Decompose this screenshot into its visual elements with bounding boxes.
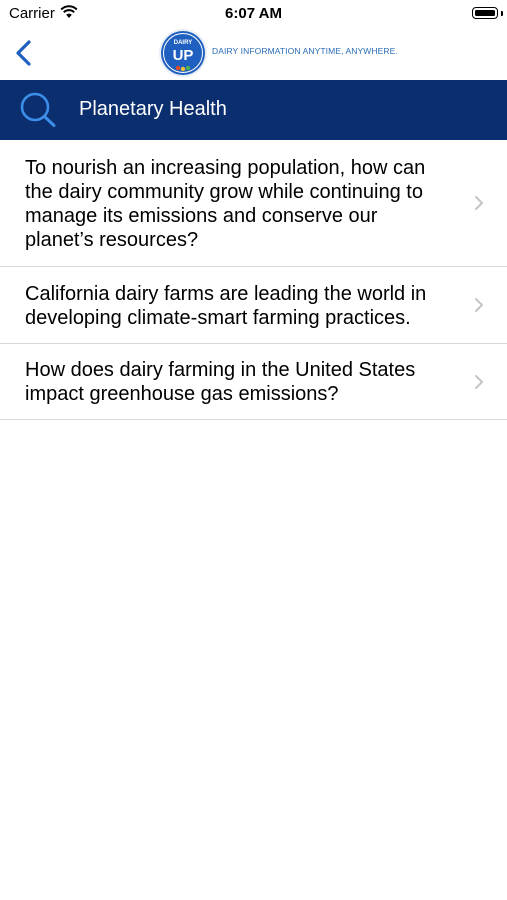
- clock: 6:07 AM: [225, 5, 282, 22]
- navigation-bar: DAIRY UP DAIRY INFORMATION ANYTIME, ANYW…: [0, 28, 507, 80]
- section-header: Planetary Health: [0, 80, 507, 140]
- chevron-left-icon[interactable]: [10, 38, 40, 68]
- list-item-title: California dairy farms are leading the w…: [25, 283, 427, 329]
- page-title: Planetary Health: [79, 98, 227, 120]
- battery-icon: [472, 7, 498, 19]
- list-item[interactable]: To nourish an increasing population, how…: [0, 140, 507, 267]
- tagline: DAIRY INFORMATION ANYTIME, ANYWHERE.: [212, 46, 398, 56]
- status-bar: Carrier 6:07 AM: [0, 0, 507, 28]
- chevron-right-icon: [475, 298, 483, 312]
- dairy-up-logo: DAIRY UP: [159, 29, 207, 77]
- article-list: To nourish an increasing population, how…: [0, 140, 507, 420]
- chevron-right-icon: [475, 374, 483, 389]
- svg-text:DAIRY: DAIRY: [174, 40, 192, 46]
- list-item-title: How does dairy farming in the United Sta…: [25, 359, 416, 405]
- chevron-right-icon: [475, 196, 483, 210]
- list-item[interactable]: How does dairy farming in the United Sta…: [0, 344, 507, 420]
- svg-text:UP: UP: [173, 47, 194, 64]
- list-item-title: To nourish an increasing population, how…: [25, 157, 426, 251]
- list-item[interactable]: California dairy farms are leading the w…: [0, 267, 507, 344]
- search-icon[interactable]: [18, 92, 58, 128]
- battery-cap: [501, 11, 503, 16]
